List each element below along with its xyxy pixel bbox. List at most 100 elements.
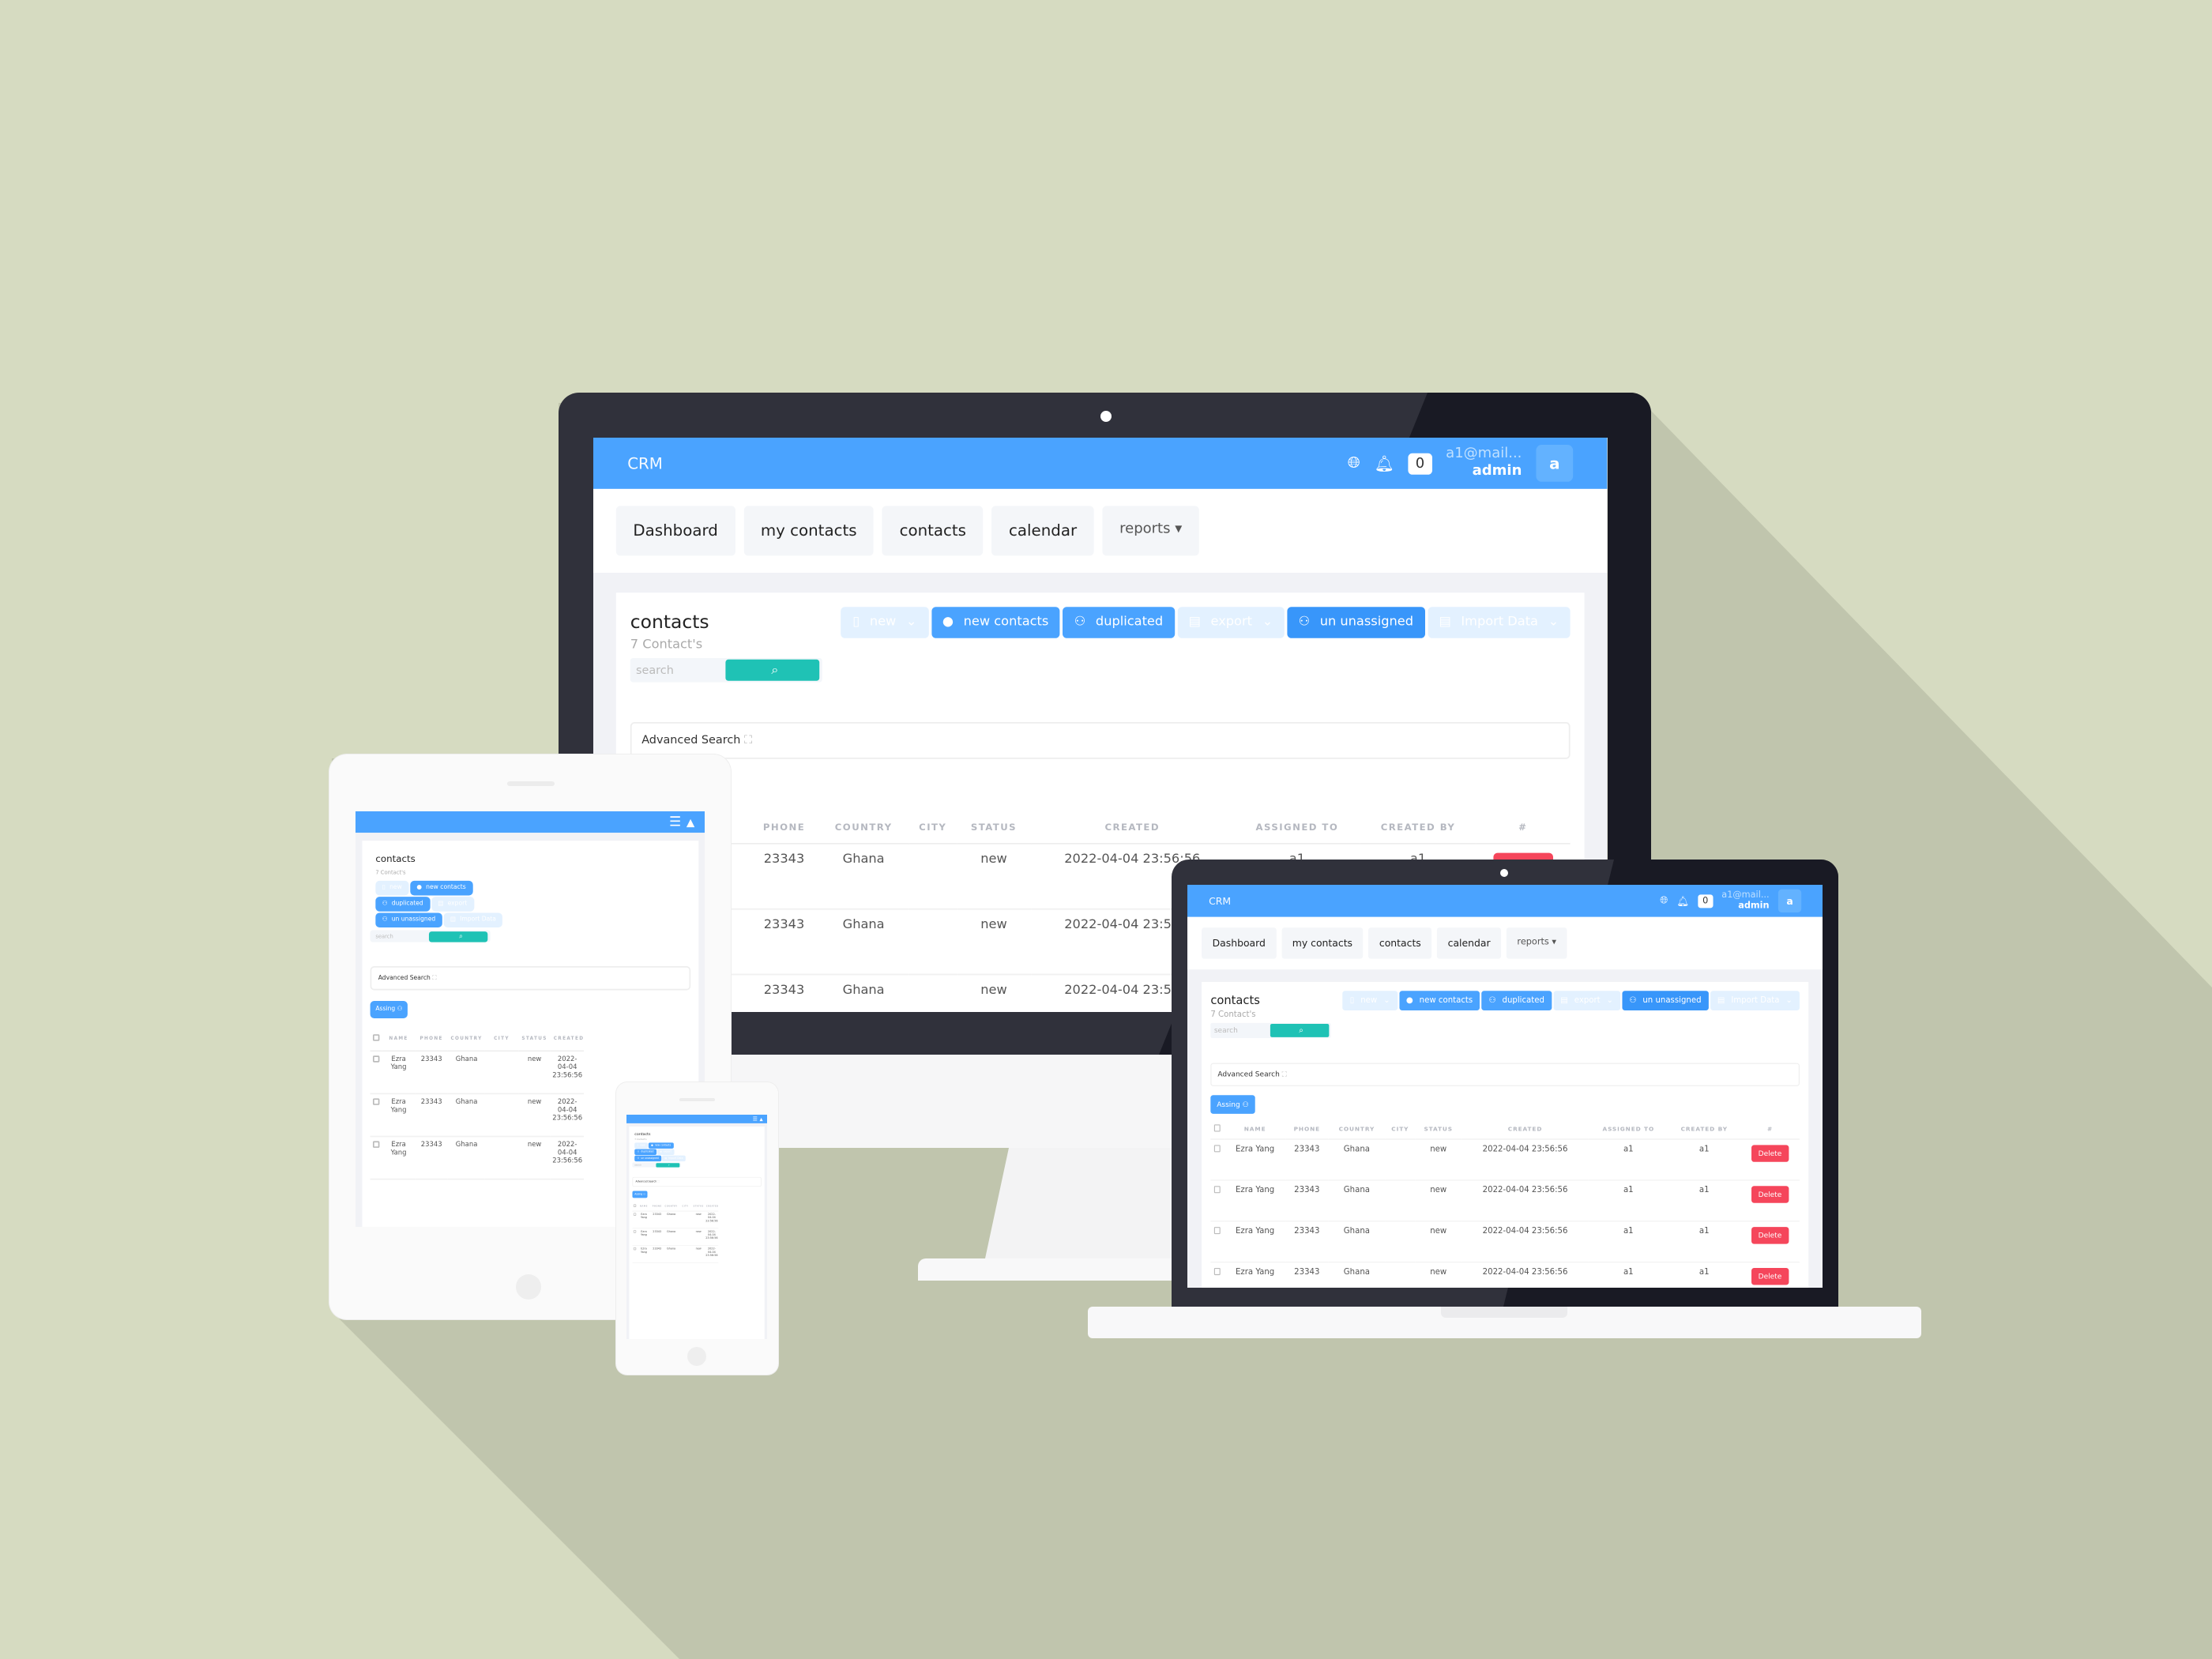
table-row[interactable]: Ezra Yang23343Ghana new2022-04-04 23:56:5… <box>632 1245 719 1263</box>
col-status[interactable]: STATUS <box>691 1201 705 1212</box>
nav-dashboard[interactable]: Dashboard <box>1202 927 1277 959</box>
delete-button[interactable]: Delete <box>1751 1227 1789 1244</box>
select-all-checkbox[interactable] <box>372 1034 380 1041</box>
search-button[interactable]: ⌕ <box>656 1162 680 1168</box>
row-checkbox[interactable] <box>1214 1227 1221 1235</box>
new-dropdown-button[interactable]: ▯ new ⌄ <box>841 607 928 638</box>
col-country[interactable]: COUNTRY <box>818 811 909 845</box>
row-checkbox[interactable] <box>1214 1268 1221 1276</box>
avatar[interactable]: a <box>1536 445 1574 482</box>
import-data-dropdown-button[interactable]: ▤ Import Data ⌄ <box>1710 991 1800 1011</box>
user-info[interactable]: a1@mail... admin <box>1446 446 1522 480</box>
duplicated-button[interactable]: ⚇ duplicated <box>1063 607 1175 638</box>
col-assigned-to[interactable]: ASSIGNED TO <box>1233 811 1361 845</box>
globe-language-icon[interactable]: 🌐︎ <box>1660 894 1668 907</box>
search-button[interactable]: ⌕ <box>428 931 488 942</box>
new-contacts-button[interactable]: ● new contacts <box>931 607 1060 638</box>
import-data-dropdown-button[interactable]: ▤ Import Data <box>661 1155 687 1162</box>
col-country[interactable]: COUNTRY <box>447 1026 486 1052</box>
advanced-search-toggle[interactable]: Advanced Search ⛶ <box>370 966 691 991</box>
export-dropdown-button[interactable]: ▤ export ⌄ <box>1177 607 1285 638</box>
col-assigned-to[interactable]: ASSIGNED TO <box>1589 1119 1668 1140</box>
import-data-dropdown-button[interactable]: ▤ Import Data ⌄ <box>1428 607 1571 638</box>
row-checkbox[interactable] <box>633 1230 637 1233</box>
table-row[interactable]: Ezra Yang23343Ghana new2022-04-04 23:56:5… <box>370 1136 584 1180</box>
col-name[interactable]: NAME <box>382 1026 416 1052</box>
table-row[interactable]: Ezra Yang23343Ghana new2022-04-04 23:56:5… <box>370 1051 584 1095</box>
table-row[interactable]: Ezra Yang23343Ghana new2022-04-04 23:56:5… <box>632 1228 719 1246</box>
search-input[interactable]: search ⌕ <box>630 658 822 683</box>
row-checkbox[interactable] <box>372 1098 380 1105</box>
nav-dashboard[interactable]: Dashboard <box>615 506 735 556</box>
col-created[interactable]: CREATED <box>1030 811 1234 845</box>
tablet-home-button[interactable] <box>516 1274 541 1300</box>
col-status[interactable]: STATUS <box>957 811 1031 845</box>
nav-contacts[interactable]: contacts <box>882 506 984 556</box>
row-checkbox[interactable] <box>633 1247 637 1251</box>
user-info[interactable]: a1@mail... admin <box>1721 890 1769 912</box>
col-created[interactable]: CREATED <box>1462 1119 1589 1140</box>
delete-button[interactable]: Delete <box>1751 1186 1789 1203</box>
table-row[interactable]: Ezra Yang23343Ghana new2022-04-04 23:56:5… <box>1210 1179 1800 1222</box>
bell-icon[interactable]: 🔔︎ <box>1677 895 1690 907</box>
duplicated-button[interactable]: ⚇ duplicated <box>634 1149 656 1155</box>
select-all-checkbox[interactable] <box>1214 1124 1221 1132</box>
row-checkbox[interactable] <box>633 1213 637 1216</box>
assign-button[interactable]: Assing ⚇ <box>632 1191 648 1198</box>
row-checkbox[interactable] <box>372 1141 380 1148</box>
col-city[interactable]: CITY <box>1385 1119 1416 1140</box>
select-all-checkbox[interactable] <box>633 1204 637 1207</box>
assign-button[interactable]: Assing ⚇ <box>370 1000 408 1018</box>
delete-button[interactable]: Delete <box>1751 1145 1789 1162</box>
col-city[interactable]: CITY <box>908 811 957 845</box>
search-input[interactable]: search ⌕ <box>370 930 491 942</box>
col-phone[interactable]: PHONE <box>750 811 818 845</box>
col-status[interactable]: STATUS <box>1415 1119 1462 1140</box>
table-row[interactable]: Ezra Yang23343Ghana new2022-04-04 23:56:5… <box>1210 1262 1800 1288</box>
table-row[interactable]: Ezra Yang23343Ghana new2022-04-04 23:56:5… <box>370 1093 584 1138</box>
col-created[interactable]: CREATED <box>551 1026 584 1052</box>
new-contacts-button[interactable]: ● new contacts <box>648 1142 674 1149</box>
col-phone[interactable]: PHONE <box>415 1026 448 1052</box>
user-icon[interactable]: ▲ <box>687 816 694 828</box>
unassigned-button[interactable]: ⚇ un unassigned <box>1287 607 1425 638</box>
col-phone[interactable]: PHONE <box>650 1201 664 1212</box>
table-row[interactable]: Ezra Yang23343Ghana new2022-04-04 23:56:5… <box>632 1211 719 1229</box>
hamburger-menu-icon[interactable]: ☰ <box>669 814 681 830</box>
advanced-search-toggle[interactable]: Advanced Search ⛶ <box>630 722 1571 759</box>
unassigned-button[interactable]: ⚇ un unassigned <box>1622 991 1709 1011</box>
export-dropdown-button[interactable]: ▤ export ⌄ <box>1553 991 1621 1011</box>
nav-my-contacts[interactable]: my contacts <box>1281 927 1364 959</box>
hamburger-menu-icon[interactable]: ☰ <box>753 1116 758 1122</box>
unassigned-button[interactable]: ⚇ un unassigned <box>634 1155 662 1162</box>
nav-my-contacts[interactable]: my contacts <box>743 506 875 556</box>
advanced-search-toggle[interactable]: Advanced Search ⛶ <box>1210 1063 1800 1086</box>
duplicated-button[interactable]: ⚇ duplicated <box>1481 991 1552 1011</box>
globe-language-icon[interactable]: 🌐︎ <box>1348 453 1360 473</box>
search-input[interactable]: search ⌕ <box>632 1162 681 1168</box>
bell-icon[interactable]: 🔔︎ <box>1375 454 1394 472</box>
col-name[interactable]: NAME <box>637 1201 651 1212</box>
advanced-search-toggle[interactable]: Advanced Search ⛶ <box>632 1176 762 1187</box>
new-dropdown-button[interactable]: ▯ new ⌄ <box>1342 991 1398 1011</box>
row-checkbox[interactable] <box>372 1055 380 1063</box>
new-contacts-button[interactable]: ● new contacts <box>409 880 473 896</box>
assign-button[interactable]: Assing ⚇ <box>1210 1095 1255 1114</box>
table-row[interactable]: Ezra Yang23343Ghana new2022-04-04 23:56:5… <box>1210 1221 1800 1263</box>
search-input[interactable]: search ⌕ <box>1210 1022 1331 1039</box>
new-dropdown-button[interactable]: ▯ new <box>375 880 409 896</box>
search-button[interactable]: ⌕ <box>1270 1023 1330 1037</box>
new-contacts-button[interactable]: ● new contacts <box>1398 991 1480 1011</box>
nav-reports-dropdown[interactable]: reports ▾ <box>1506 927 1567 959</box>
col-created-by[interactable]: CREATED BY <box>1668 1119 1740 1140</box>
import-data-dropdown-button[interactable]: ▤ Import Data <box>443 912 503 928</box>
nav-calendar[interactable]: calendar <box>991 506 1094 556</box>
col-name[interactable]: NAME <box>1224 1119 1286 1140</box>
col-created[interactable]: CREATED <box>705 1201 719 1212</box>
search-button[interactable]: ⌕ <box>724 659 820 681</box>
nav-calendar[interactable]: calendar <box>1437 927 1502 959</box>
row-checkbox[interactable] <box>1214 1186 1221 1194</box>
export-dropdown-button[interactable]: ▤ export <box>656 1149 675 1155</box>
nav-reports-dropdown[interactable]: reports ▾ <box>1102 506 1199 556</box>
col-country[interactable]: COUNTRY <box>1328 1119 1386 1140</box>
